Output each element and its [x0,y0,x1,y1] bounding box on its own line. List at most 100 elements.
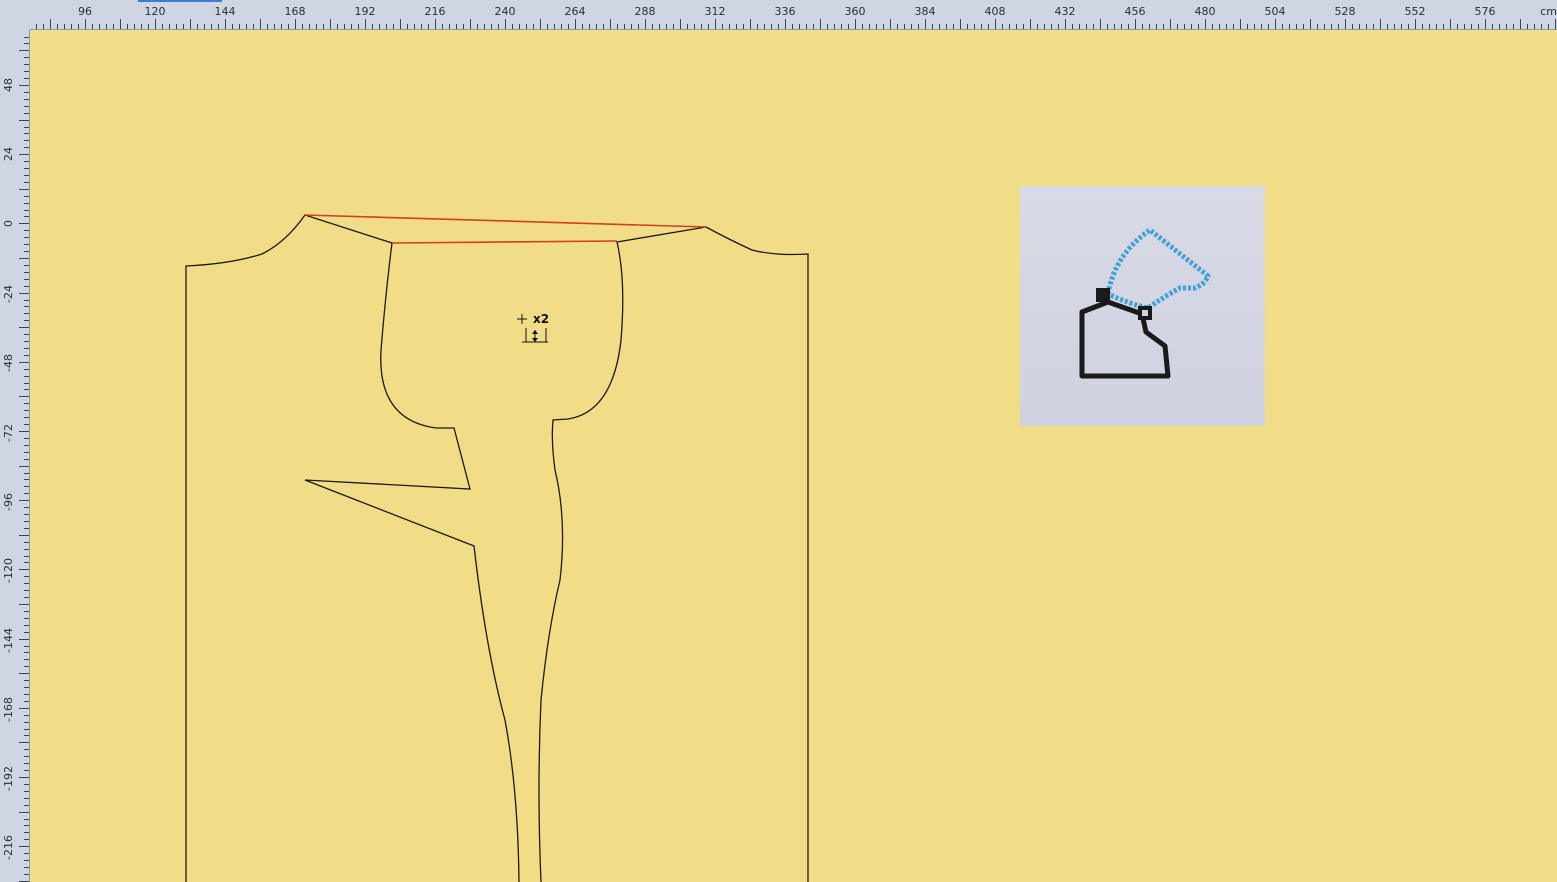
ruler-tick-h [519,24,520,29]
ruler-tick-h [575,19,576,29]
highlight-segment-top[interactable] [304,214,707,228]
ruler-tick-h [1079,24,1080,29]
ruler-tick-v [24,286,29,287]
ruler-tick-v [24,203,29,204]
ruler-tick-h [85,19,86,29]
ruler-tick-h [386,24,387,29]
ruler-tick-h [568,24,569,29]
ruler-tick-v [24,583,29,584]
ruler-tick-h [358,24,359,29]
ruler-tick-v [19,604,29,605]
ruler-tick-h [1457,24,1458,29]
ruler-tick-h [736,24,737,29]
cursor-multiplier-label: x2 [533,312,550,326]
ruler-tick-h [274,24,275,29]
ruler-tick-h [890,19,891,29]
pattern-piece-outline[interactable] [185,214,520,882]
ruler-tick-h [330,19,331,29]
ruler-tick-v [24,272,29,273]
vertical-ruler[interactable]: 48 24 0 -24 -48 -72 -96 -120 -144 -168 -192 -216 [0,30,30,882]
ruler-tick-h [652,24,653,29]
ruler-tick-v [24,230,29,231]
ruler-tick-h [1534,24,1535,29]
ruler-tick-v [24,819,29,820]
ruler-tick-h [1422,24,1423,29]
highlight-segment-neck[interactable] [391,240,618,244]
ruler-tick-v [24,210,29,211]
ruler-tick-h [708,24,709,29]
ruler-tick-h [981,24,982,29]
ruler-tick-h [1100,19,1101,29]
ruler-tick-h [757,24,758,29]
ruler-tick-h [862,24,863,29]
ruler-tick-h [50,19,51,29]
ruler-tick-v [24,71,29,72]
ruler-tick-v [24,251,29,252]
ruler-tick-v [24,147,29,148]
ruler-tick-h [267,24,268,29]
ruler-tick-h [1016,24,1017,29]
ruler-tick-h [848,24,849,29]
ruler-tick-h [1359,24,1360,29]
ruler-tick-h [1030,19,1031,29]
drawing-canvas[interactable]: x2 [30,30,1557,882]
ruler-tick-h [393,24,394,29]
ruler-tick-h [1023,24,1024,29]
ruler-tick-h [547,24,548,29]
ruler-label-h: 192 [354,5,376,18]
ruler-tick-v [24,175,29,176]
ruler-tick-v [24,403,29,404]
ruler-tick-v [24,618,29,619]
ruler-tick-h [1149,24,1150,29]
ruler-tick-v [24,57,29,58]
ruler-tick-h [946,24,947,29]
ruler-tick-h [1065,19,1066,29]
ruler-tick-v [24,279,29,280]
ruler-label-v: -216 [2,835,15,861]
horizontal-ruler[interactable]: cm 96 120 144 168 192 216 240 264 288 312 336 360 38… [30,0,1557,30]
ruler-tick-h [855,19,856,29]
ruler-tick-h [1226,24,1227,29]
ruler-tick-v [24,196,29,197]
ruler-tick-h [225,19,226,29]
ruler-tick-h [1303,24,1304,29]
ruler-tick-h [1268,24,1269,29]
ruler-tick-h [477,24,478,29]
ruler-tick-h [1366,24,1367,29]
ruler-tick-h [1233,24,1234,29]
ruler-tick-h [610,19,611,29]
ruler-tick-h [134,24,135,29]
ruler-tick-h [596,24,597,29]
ruler-tick-v [24,237,29,238]
ruler-tick-v [24,486,29,487]
ruler-tick-h [281,24,282,29]
ruler-tick-v [24,590,29,591]
ruler-tick-v [24,735,29,736]
ruler-tick-h [827,24,828,29]
ruler-tick-h [953,24,954,29]
ruler-tick-h [1163,24,1164,29]
ruler-label-v: -120 [2,558,15,584]
ruler-tick-h [1394,24,1395,29]
ruler-tick-h [1429,24,1430,29]
ruler-tick-h [533,24,534,29]
ruler-tick-v [24,652,29,653]
ruler-tick-v [24,216,29,217]
ruler-tick-h [253,24,254,29]
ruler-tick-h [414,24,415,29]
ruler-tick-v [19,673,29,674]
adjust-pieces-tool-icon [1020,186,1265,426]
ruler-tick-v [24,341,29,342]
ruler-label-h: 384 [914,5,936,18]
ruler-tick-h [309,24,310,29]
ruler-tick-v [24,507,29,508]
ruler-tick-h [365,19,366,29]
ruler-tick-h [582,24,583,29]
ruler-tick-h [1247,24,1248,29]
ruler-tick-h [645,19,646,29]
ruler-tick-h [288,24,289,29]
ruler-tick-h [1499,24,1500,29]
ruler-tick-v [24,313,29,314]
pattern-piece-outline-right[interactable] [538,226,809,882]
ruler-tick-h [1352,24,1353,29]
